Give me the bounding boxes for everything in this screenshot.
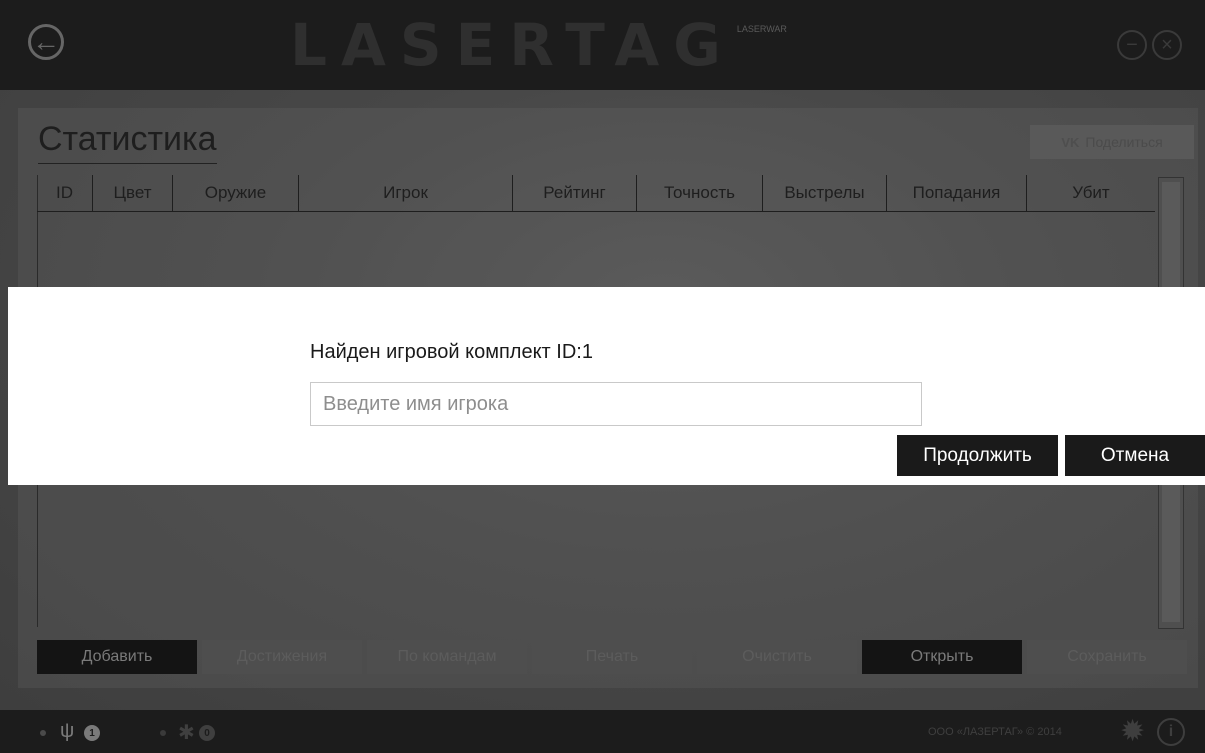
cancel-button[interactable]: Отмена — [1065, 435, 1205, 476]
share-vk-button[interactable]: VK Поделиться — [1030, 125, 1194, 159]
title-bar: ← LASERTAG LASERWAR − × — [0, 0, 1205, 90]
page-title: Статистика — [38, 120, 217, 164]
usb-count-badge: 1 — [84, 725, 100, 741]
share-label: Поделиться — [1085, 134, 1163, 150]
logo-subtitle: LASERWAR — [736, 24, 787, 34]
player-name-dialog: Найден игровой комплект ID:1 Продолжить … — [8, 287, 1205, 485]
usb-status-dot — [40, 730, 46, 736]
by-team-button[interactable]: По командам — [367, 640, 527, 674]
player-name-input[interactable] — [310, 382, 922, 426]
gear-icon[interactable]: ✹ — [1120, 714, 1145, 749]
column-header-rating[interactable]: Рейтинг — [513, 175, 637, 211]
status-bar: ψ 1 ✱ 0 ООО «ЛАЗЕРТАГ» © 2014 ✹ i — [0, 710, 1205, 753]
usb-icon: ψ — [60, 720, 75, 742]
minimize-button[interactable]: − — [1117, 30, 1147, 60]
add-button[interactable]: Добавить — [37, 640, 197, 674]
back-arrow-icon: ← — [32, 26, 60, 57]
print-button[interactable]: Печать — [532, 640, 692, 674]
column-header-player[interactable]: Игрок — [299, 175, 513, 211]
clear-button[interactable]: Очистить — [697, 640, 857, 674]
column-header-killed[interactable]: Убит — [1027, 175, 1155, 211]
achievements-button[interactable]: Достижения — [202, 640, 362, 674]
column-header-hits[interactable]: Попадания — [887, 175, 1027, 211]
continue-button[interactable]: Продолжить — [897, 435, 1058, 476]
bluetooth-icon: ✱ — [178, 722, 195, 744]
column-header-id[interactable]: ID — [37, 175, 93, 211]
action-buttons: Добавить Достижения По командам Печать О… — [37, 640, 1187, 674]
bluetooth-count-badge: 0 — [199, 725, 215, 741]
vk-icon: VK — [1061, 134, 1080, 150]
info-button[interactable]: i — [1157, 718, 1185, 746]
logo-text: LASERTAG — [290, 11, 735, 79]
dialog-message: Найден игровой комплект ID:1 — [310, 341, 593, 363]
save-button[interactable]: Сохранить — [1027, 640, 1187, 674]
copyright-text: ООО «ЛАЗЕРТАГ» © 2014 — [928, 726, 1062, 738]
minimize-icon: − — [1126, 34, 1138, 56]
close-button[interactable]: × — [1152, 30, 1182, 60]
info-icon: i — [1168, 723, 1174, 740]
app-logo: LASERTAG LASERWAR — [290, 11, 787, 79]
column-header-weapon[interactable]: Оружие — [173, 175, 299, 211]
column-header-shots[interactable]: Выстрелы — [763, 175, 887, 211]
column-header-color[interactable]: Цвет — [93, 175, 173, 211]
open-button[interactable]: Открыть — [862, 640, 1022, 674]
back-button[interactable]: ← — [28, 24, 64, 60]
bluetooth-status-dot — [160, 730, 166, 736]
column-header-accuracy[interactable]: Точность — [637, 175, 763, 211]
close-icon: × — [1161, 34, 1173, 56]
table-header: ID Цвет Оружие Игрок Рейтинг Точность Вы… — [37, 175, 1155, 212]
